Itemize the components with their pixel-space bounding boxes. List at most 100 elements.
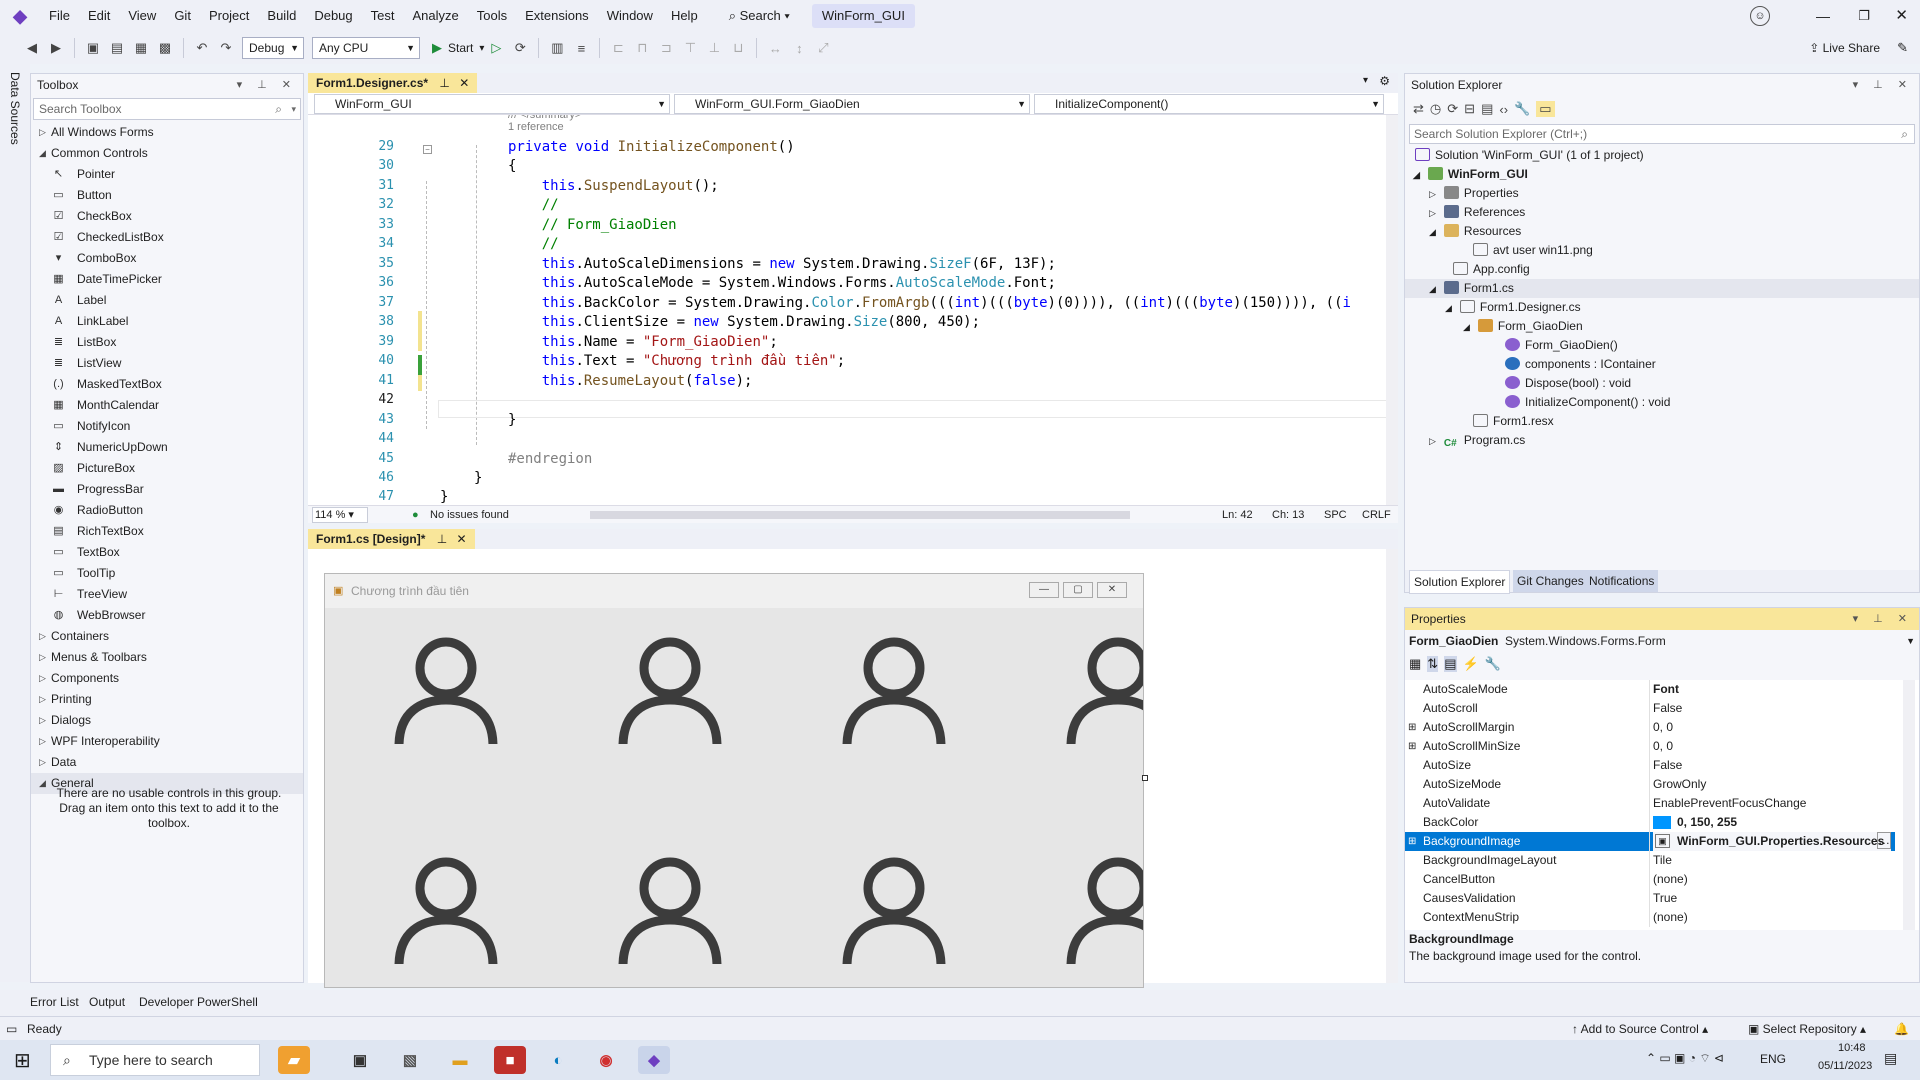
toolbox-item[interactable]: ▤ RichTextBox — [31, 521, 303, 542]
toolbox-item[interactable]: ▦ DateTimePicker — [31, 269, 303, 290]
visual-studio-taskbar-icon[interactable]: ◆ — [638, 1046, 670, 1074]
toolbox-group[interactable]: ◢ Common Controls — [31, 143, 303, 164]
code-horizontal-scrollbar[interactable] — [590, 511, 1130, 519]
form1-node[interactable]: ◢ Form1.cs — [1405, 279, 1919, 298]
panel-pin-close-icons[interactable]: ▾ ⊥ ✕ — [237, 74, 297, 96]
property-row[interactable]: ⊞ BackgroundImage ▣ WinForm_GUI.Properties.… — [1405, 832, 1895, 851]
toolbox-group[interactable]: ▷ Components — [31, 668, 303, 689]
code-lens-references[interactable]: 1 reference — [508, 121, 564, 133]
expand-icon[interactable]: ⊞ — [1408, 832, 1416, 851]
settings-icon[interactable]: ⚙ — [1379, 74, 1390, 88]
system-tray-icons[interactable]: ⌃ ▭ ▣ ◔ ⌔ ⊲ — [1646, 1051, 1724, 1066]
start-without-debug-icon[interactable]: ▷ — [486, 38, 506, 58]
browse-button[interactable]: … — [1877, 832, 1891, 849]
data-sources-tab[interactable]: Data Sources — [8, 72, 22, 145]
property-row[interactable]: AutoScaleMode Font — [1405, 680, 1895, 699]
clock-time[interactable]: 10:48 — [1838, 1042, 1866, 1054]
toolbox-item[interactable]: ⊢ TreeView — [31, 584, 303, 605]
designer-file-node[interactable]: ◢ Form1.Designer.cs — [1445, 298, 1581, 317]
form-designer[interactable]: ▣ Chương trình đầu tiên — ▢ ✕ — [308, 549, 1398, 988]
photos-app-icon[interactable]: ▧ — [394, 1046, 426, 1074]
layout-icon[interactable]: ▥ — [547, 38, 567, 58]
toolbox-group[interactable]: ▷ Containers — [31, 626, 303, 647]
alphabetical-icon[interactable]: ⇅ — [1427, 656, 1439, 672]
align-bottom-icon[interactable]: ⊔ — [728, 38, 748, 58]
save-all-icon[interactable]: ▩ — [155, 38, 175, 58]
redo-icon[interactable]: ↷ — [216, 38, 236, 58]
tab-overflow-icon[interactable]: ▾ — [1363, 75, 1368, 86]
chrome-browser-icon[interactable]: ◉ — [590, 1046, 622, 1074]
menu-project[interactable]: Project — [200, 0, 258, 32]
clock-date[interactable]: 05/11/2023 — [1818, 1060, 1872, 1072]
member-node[interactable]: Dispose(bool) : void — [1505, 374, 1631, 393]
source-control-button[interactable]: ↑ Add to Source Control ▴ — [1572, 1017, 1708, 1041]
tab-notifications[interactable]: Notifications — [1585, 570, 1659, 592]
events-icon[interactable]: ⚡ — [1463, 656, 1479, 672]
toolbox-item[interactable]: ▬ ProgressBar — [31, 479, 303, 500]
properties-view-icon[interactable]: ▤ — [1444, 656, 1457, 672]
image-value-box[interactable]: ▣ WinForm_GUI.Properties.Resources… — [1653, 832, 1891, 851]
windows-start-icon[interactable]: ⊞ — [14, 1048, 31, 1073]
history-icon[interactable]: ◷ — [1430, 101, 1441, 117]
platform-select[interactable]: Any CPU ▼ — [312, 37, 420, 59]
member-node[interactable]: InitializeComponent() : void — [1505, 393, 1670, 412]
zoom-select[interactable]: 114 % ▾ — [312, 507, 368, 523]
live-share-button[interactable]: ⇪ Live Share — [1809, 32, 1880, 64]
toolbox-search-input[interactable]: Search Toolbox ⌕ ▾ — [33, 98, 301, 120]
menu-tools[interactable]: Tools — [468, 0, 516, 32]
resize-handle[interactable] — [1142, 775, 1148, 781]
show-all-icon[interactable]: ▤ — [1481, 101, 1493, 117]
collapse-icon[interactable]: − — [423, 145, 432, 154]
menu-edit[interactable]: Edit — [79, 0, 119, 32]
pin-icon[interactable]: ⊥ — [439, 76, 449, 90]
toolbox-item[interactable]: ⇕ NumericUpDown — [31, 437, 303, 458]
categorized-icon[interactable]: ▦ — [1409, 656, 1421, 672]
panel-pin-close-icons[interactable]: ▾ ⊥ ✕ — [1853, 74, 1913, 96]
toolbox-group[interactable]: ▷ Dialogs — [31, 710, 303, 731]
size-height-icon[interactable]: ↕ — [789, 38, 809, 58]
expand-icon[interactable]: ⊞ — [1408, 737, 1416, 756]
toolbox-item[interactable]: ▭ ToolTip — [31, 563, 303, 584]
refresh-icon[interactable]: ⟳ — [1447, 101, 1458, 117]
member-node[interactable]: components : IContainer — [1505, 355, 1656, 374]
resource-file-node[interactable]: avt user win11.png — [1473, 241, 1593, 260]
toolbox-item[interactable]: A Label — [31, 290, 303, 311]
toolbox-item[interactable]: A LinkLabel — [31, 311, 303, 332]
close-tab-icon[interactable]: ✕ — [457, 532, 467, 546]
toolbox-item[interactable]: ≣ ListView — [31, 353, 303, 374]
toolbox-group[interactable]: ▷ WPF Interoperability — [31, 731, 303, 752]
toolbox-item[interactable]: ▾ ComboBox — [31, 248, 303, 269]
size-width-icon[interactable]: ↔ — [765, 38, 785, 58]
account-icon[interactable]: ☺ — [1750, 6, 1770, 26]
property-row[interactable]: AutoSizeMode GrowOnly — [1405, 775, 1895, 794]
file-explorer-icon[interactable]: ▬ — [444, 1046, 476, 1074]
toolbox-item[interactable]: ▭ NotifyIcon — [31, 416, 303, 437]
task-view-icon[interactable]: ▣ — [344, 1046, 376, 1074]
project-nav-select[interactable]: WinForm_GUI ▼ — [314, 94, 670, 114]
property-pages-icon[interactable]: 🔧 — [1485, 656, 1501, 672]
edge-browser-icon[interactable]: ◐ — [542, 1046, 574, 1074]
property-row[interactable]: AutoSize False — [1405, 756, 1895, 775]
property-row[interactable]: CausesValidation True — [1405, 889, 1895, 908]
close-icon[interactable]: ✕ — [1895, 0, 1908, 32]
app-icon[interactable]: ■ — [494, 1046, 526, 1074]
toolbox-item[interactable]: ◉ RadioButton — [31, 500, 303, 521]
preview-icon[interactable]: ▭ — [1536, 101, 1555, 117]
property-row[interactable]: ⊞ AutoScrollMargin 0, 0 — [1405, 718, 1895, 737]
tab-form1-designer[interactable]: Form1.Designer.cs* ⊥ ✕ — [308, 73, 478, 93]
notifications-icon[interactable]: 🔔 — [1894, 1017, 1909, 1041]
panel-pin-close-icons[interactable]: ▾ ⊥ ✕ — [1853, 608, 1913, 630]
property-object-select[interactable]: Form_GiaoDien System.Windows.Forms.Form … — [1405, 630, 1919, 652]
toolbox-item[interactable]: ▭ Button — [31, 185, 303, 206]
tab-error-list[interactable]: Error List — [30, 995, 79, 1009]
align-middle-icon[interactable]: ⊥ — [704, 38, 724, 58]
start-icon[interactable]: ▶ — [432, 40, 442, 56]
forward-icon[interactable]: ▶ — [46, 38, 66, 58]
class-node[interactable]: ◢ Form_GiaoDien — [1463, 317, 1583, 336]
align-right-icon[interactable]: ⊐ — [656, 38, 676, 58]
pin-icon[interactable]: ⊥ — [437, 532, 447, 546]
align-center-icon[interactable]: ⊓ — [632, 38, 652, 58]
toolbox-item[interactable]: ▨ PictureBox — [31, 458, 303, 479]
member-node[interactable]: Form_GiaoDien() — [1505, 336, 1618, 355]
toolbox-item[interactable]: ☑ CheckedListBox — [31, 227, 303, 248]
